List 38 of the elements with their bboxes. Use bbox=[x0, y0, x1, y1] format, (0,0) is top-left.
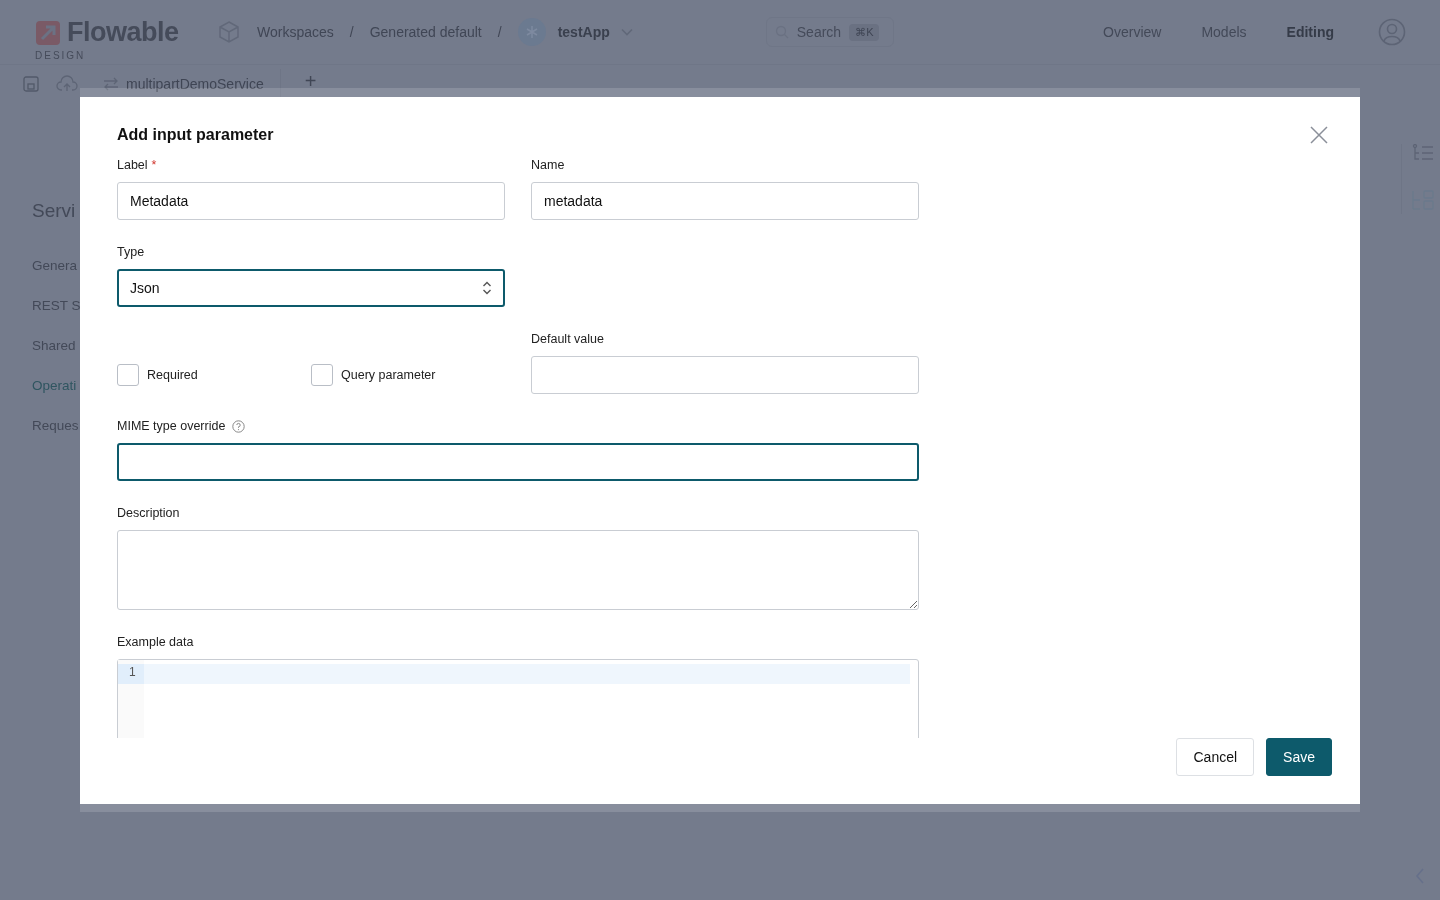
checkbox-label: Query parameter bbox=[341, 368, 436, 382]
cancel-button[interactable]: Cancel bbox=[1176, 738, 1255, 776]
field-label: Default value bbox=[531, 331, 604, 348]
text-field[interactable]: Metadata bbox=[117, 182, 505, 220]
checkbox[interactable] bbox=[117, 364, 139, 386]
field-label: MIME type override bbox=[117, 418, 226, 435]
checkbox[interactable] bbox=[311, 364, 333, 386]
close-icon[interactable] bbox=[1310, 126, 1328, 144]
tree-list-icon[interactable] bbox=[1412, 144, 1434, 162]
tab-label: multipartDemoService bbox=[126, 76, 264, 92]
dialog-title: Add input parameter bbox=[117, 125, 274, 145]
add-tab-button[interactable]: + bbox=[296, 71, 325, 91]
section-link[interactable]: Operati bbox=[32, 378, 77, 418]
field-label: Type bbox=[117, 244, 145, 261]
checkbox-label: Required bbox=[147, 368, 198, 382]
save-icon[interactable] bbox=[22, 75, 40, 93]
text-field[interactable] bbox=[117, 443, 919, 481]
text-field[interactable]: metadata bbox=[531, 182, 919, 220]
logo-icon bbox=[35, 19, 61, 46]
field-label: Description bbox=[117, 505, 180, 522]
save-button[interactable]: Save bbox=[1266, 738, 1332, 776]
field-label: Name bbox=[531, 157, 565, 174]
description-field[interactable] bbox=[117, 530, 919, 610]
field-label: Example data bbox=[117, 634, 194, 651]
breadcrumb-separator: / bbox=[349, 24, 354, 40]
field-label: Label bbox=[117, 157, 148, 174]
help-icon[interactable] bbox=[232, 420, 246, 433]
app-switcher[interactable]: testApp bbox=[557, 24, 634, 40]
cloud-upload-icon[interactable] bbox=[56, 75, 78, 93]
breadcrumb-separator: / bbox=[497, 24, 502, 40]
sort-arrows-icon bbox=[482, 280, 492, 296]
type-select[interactable]: Json bbox=[117, 269, 505, 307]
code-editor[interactable]: 1 bbox=[117, 659, 919, 738]
line-number: 1 bbox=[118, 664, 144, 684]
user-avatar-icon[interactable] bbox=[1378, 18, 1406, 46]
required-mark: * bbox=[151, 157, 157, 174]
nav-link[interactable]: Editing bbox=[1286, 24, 1334, 40]
swap-icon bbox=[102, 77, 120, 91]
